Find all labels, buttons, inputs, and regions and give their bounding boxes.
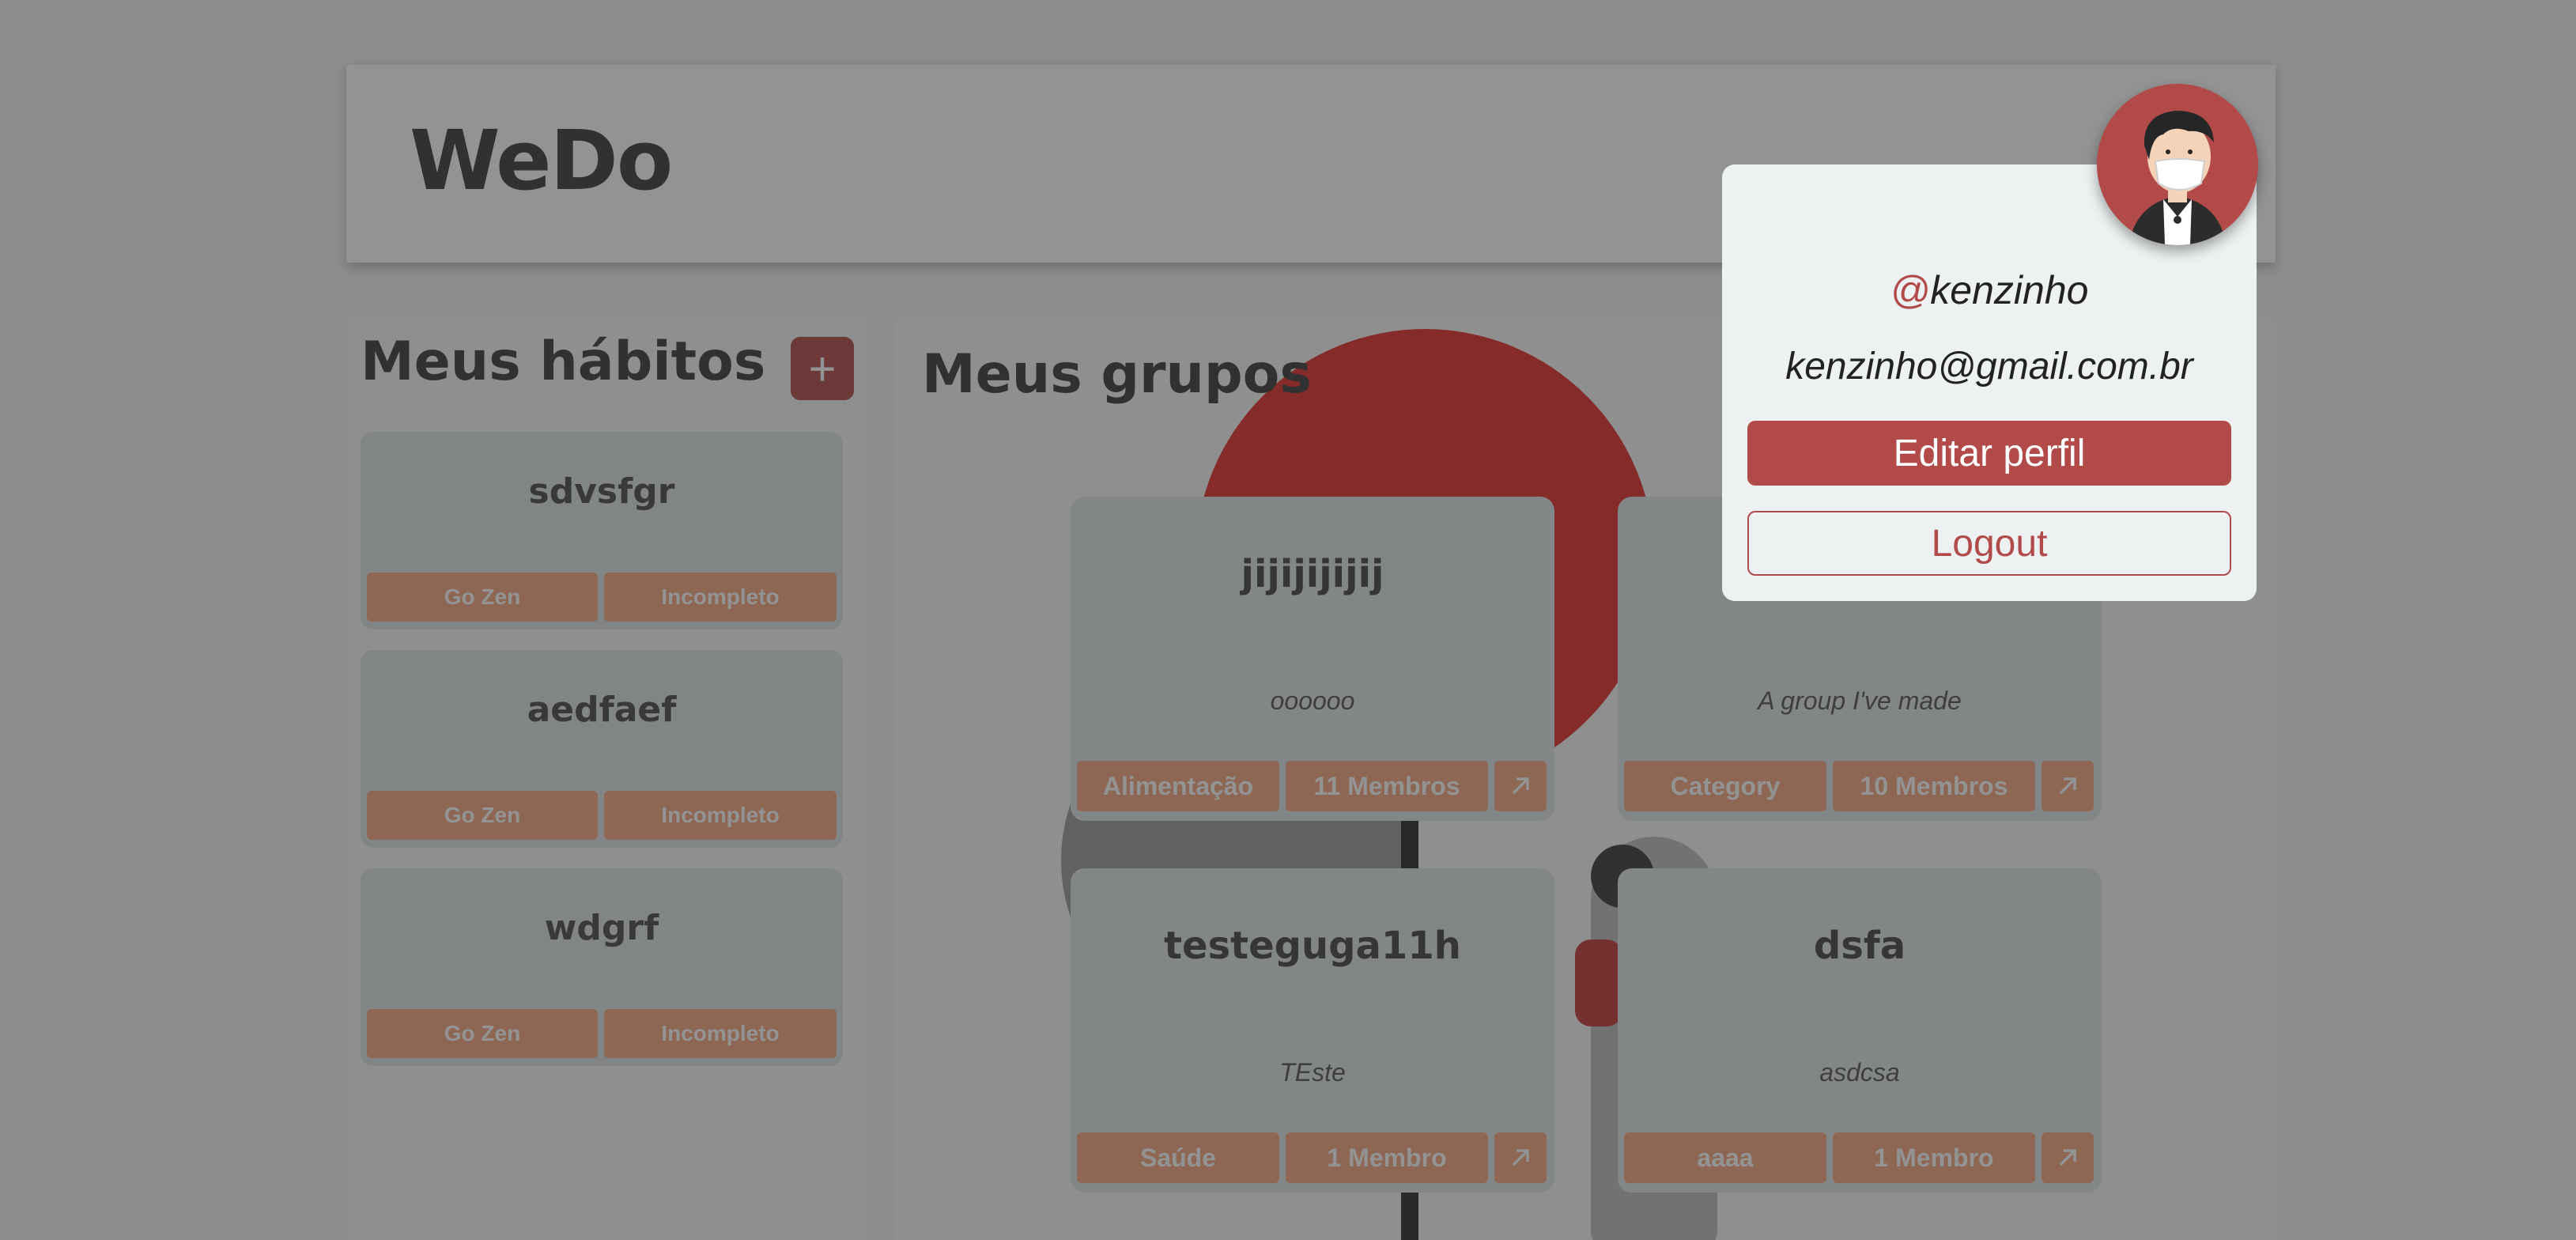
edit-profile-button[interactable]: Editar perfil <box>1747 421 2231 486</box>
avatar[interactable] <box>2097 84 2258 245</box>
username-text: kenzinho <box>1930 268 2089 312</box>
profile-email: kenzinho@gmail.com.br <box>1785 346 2193 388</box>
profile-username: @kenzinho <box>1722 267 2257 313</box>
user-avatar-icon <box>2128 111 2227 245</box>
logout-button[interactable]: Logout <box>1747 511 2231 576</box>
at-symbol: @ <box>1890 268 1931 312</box>
